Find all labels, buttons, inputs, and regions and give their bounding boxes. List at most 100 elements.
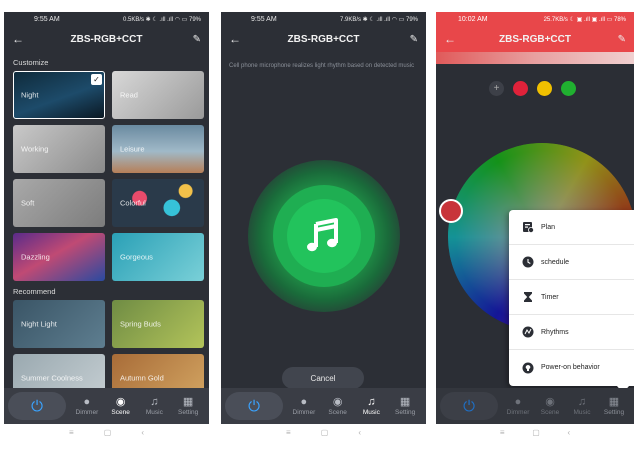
power-icon: ⏻ <box>31 397 43 415</box>
menu-item-label: Plan <box>541 223 556 231</box>
status-indicators: 25.7KB/s ☾ ▣ .ıll ▣ .ıll ▭ 78% <box>543 16 626 23</box>
edit-pencil-icon[interactable]: ✎ <box>404 34 418 45</box>
scene-tile-gorgeous[interactable]: Gorgeous <box>112 233 204 281</box>
nav-label: Dimmer <box>75 409 99 416</box>
edit-pencil-icon[interactable]: ✎ <box>187 34 201 45</box>
plan-icon <box>521 220 535 234</box>
menu-item-label: Timer <box>541 293 559 301</box>
cancel-button[interactable]: Cancel <box>282 367 364 389</box>
scene-tile-night-light[interactable]: Night Light <box>13 300 105 348</box>
customize-section-label: Customize <box>13 58 49 67</box>
nav-music[interactable]: ♫ Music <box>138 396 172 416</box>
app-header: ← ZBS-RGB+CCT ✎ <box>4 26 209 52</box>
back-icon[interactable]: ‹ <box>141 428 144 437</box>
setting-popup-menu: Plan schedule Timer Rhythms Power-on beh… <box>509 210 634 386</box>
power-icon: ⏻ <box>463 397 475 415</box>
app-header: ← ZBS-RGB+CCT ✎ <box>436 26 634 52</box>
power-button[interactable]: ⏻ <box>440 392 498 420</box>
brightness-strip[interactable] <box>436 52 634 64</box>
home-icon[interactable]: ▢ <box>532 428 540 437</box>
nav-scene[interactable]: ◉ Scene <box>104 396 138 416</box>
status-time: 9:55 AM <box>34 15 60 23</box>
grid-icon: ▦ <box>182 396 194 408</box>
edit-pencil-icon[interactable]: ✎ <box>612 34 626 45</box>
scene-tile-label: Colorful <box>120 198 146 208</box>
scene-tile-night[interactable]: Night ✓ <box>13 71 105 119</box>
scene-tile-label: Night Light <box>21 319 57 329</box>
music-note-icon <box>307 218 338 252</box>
menu-item-rhythms[interactable]: Rhythms <box>509 315 634 350</box>
recommend-scene-grid: Night Light Spring Buds Summer Coolness … <box>4 300 209 402</box>
status-time: 9:55 AM <box>251 15 277 23</box>
page-title: ZBS-RGB+CCT <box>499 33 571 45</box>
nav-label: Setting <box>395 409 416 416</box>
bulb-icon: ● <box>514 396 522 408</box>
color-swatch-red[interactable] <box>513 81 528 96</box>
back-arrow-icon[interactable]: ← <box>444 32 458 46</box>
nav-setting[interactable]: ▦ Setting <box>598 396 630 416</box>
scene-tile-label: Leisure <box>120 144 145 154</box>
scene-tile-soft[interactable]: Soft <box>13 179 105 227</box>
scene-tile-label: Read <box>120 90 138 100</box>
nav-dimmer[interactable]: ● Dimmer <box>287 396 321 416</box>
menu-item-timer[interactable]: Timer <box>509 280 634 315</box>
nav-music[interactable]: ♫ Music <box>566 396 598 416</box>
app-header: ← ZBS-RGB+CCT ✎ <box>221 26 426 52</box>
nav-label: Dimmer <box>506 409 530 416</box>
power-icon: ⏻ <box>248 397 260 415</box>
nav-dimmer[interactable]: ● Dimmer <box>502 396 534 416</box>
nav-scene[interactable]: ◉ Scene <box>534 396 566 416</box>
scene-tile-spring-buds[interactable]: Spring Buds <box>112 300 204 348</box>
home-icon[interactable]: ▢ <box>104 428 112 437</box>
check-icon: ✓ <box>91 74 102 85</box>
power-behavior-icon <box>521 361 535 375</box>
menu-icon[interactable]: ≡ <box>286 428 291 437</box>
rhythm-icon <box>521 325 535 339</box>
nav-music[interactable]: ♫ Music <box>355 396 389 416</box>
nav-scene[interactable]: ◉ Scene <box>321 396 355 416</box>
menu-item-power-on-behavior[interactable]: Power-on behavior <box>509 350 634 385</box>
scene-tile-label: Night <box>21 90 39 100</box>
nav-label: Scene <box>328 409 347 416</box>
back-arrow-icon[interactable]: ← <box>12 32 26 46</box>
hourglass-icon <box>521 290 535 304</box>
phone-scene-screen: 9:55 AM 0.5KB/s ✱ ☾ .ıll .ıll ◠ ▭ 79% ← … <box>4 12 209 440</box>
scene-tile-read[interactable]: Read <box>112 71 204 119</box>
music-note-icon: ♫ <box>367 396 376 408</box>
page-title: ZBS-RGB+CCT <box>287 33 360 45</box>
scene-icon: ◉ <box>545 396 555 408</box>
nav-setting[interactable]: ▦ Setting <box>171 396 205 416</box>
music-description: Cell phone microphone realizes light rhy… <box>229 63 415 69</box>
menu-icon[interactable]: ≡ <box>69 428 74 437</box>
nav-label: Music <box>573 409 591 416</box>
power-button[interactable]: ⏻ <box>225 392 283 420</box>
scene-tile-label: Spring Buds <box>120 319 161 329</box>
add-color-button[interactable]: + <box>489 81 504 96</box>
scene-tile-leisure[interactable]: Leisure <box>112 125 204 173</box>
back-arrow-icon[interactable]: ← <box>229 32 243 46</box>
music-note-icon: ♫ <box>577 396 587 408</box>
nav-setting[interactable]: ▦ Setting <box>388 396 422 416</box>
scene-tile-colorful[interactable]: Colorful <box>112 179 204 227</box>
color-picker-knob[interactable] <box>439 199 463 223</box>
status-bar: 9:55 AM 0.5KB/s ✱ ☾ .ıll .ıll ◠ ▭ 79% <box>4 12 209 26</box>
color-swatch-yellow[interactable] <box>537 81 552 96</box>
power-button[interactable]: ⏻ <box>8 392 66 420</box>
menu-item-label: Rhythms <box>541 328 569 336</box>
scene-tile-dazzling[interactable]: Dazzling <box>13 233 105 281</box>
bulb-icon: ● <box>83 396 91 408</box>
scene-tile-working[interactable]: Working <box>13 125 105 173</box>
nav-dimmer[interactable]: ● Dimmer <box>70 396 104 416</box>
back-icon[interactable]: ‹ <box>567 428 570 437</box>
nav-label: Music <box>145 409 163 416</box>
back-icon[interactable]: ‹ <box>358 428 361 437</box>
music-toggle-button[interactable] <box>287 199 361 273</box>
menu-item-schedule[interactable]: schedule <box>509 245 634 280</box>
menu-icon[interactable]: ≡ <box>500 428 505 437</box>
menu-item-plan[interactable]: Plan <box>509 210 634 245</box>
phone-setting-menu-screen: 10:02 AM 25.7KB/s ☾ ▣ .ıll ▣ .ıll ▭ 78% … <box>436 12 634 440</box>
home-icon[interactable]: ▢ <box>321 428 329 437</box>
color-swatch-green[interactable] <box>561 81 576 96</box>
page-title: ZBS-RGB+CCT <box>70 33 143 45</box>
scene-icon: ◉ <box>332 396 343 408</box>
